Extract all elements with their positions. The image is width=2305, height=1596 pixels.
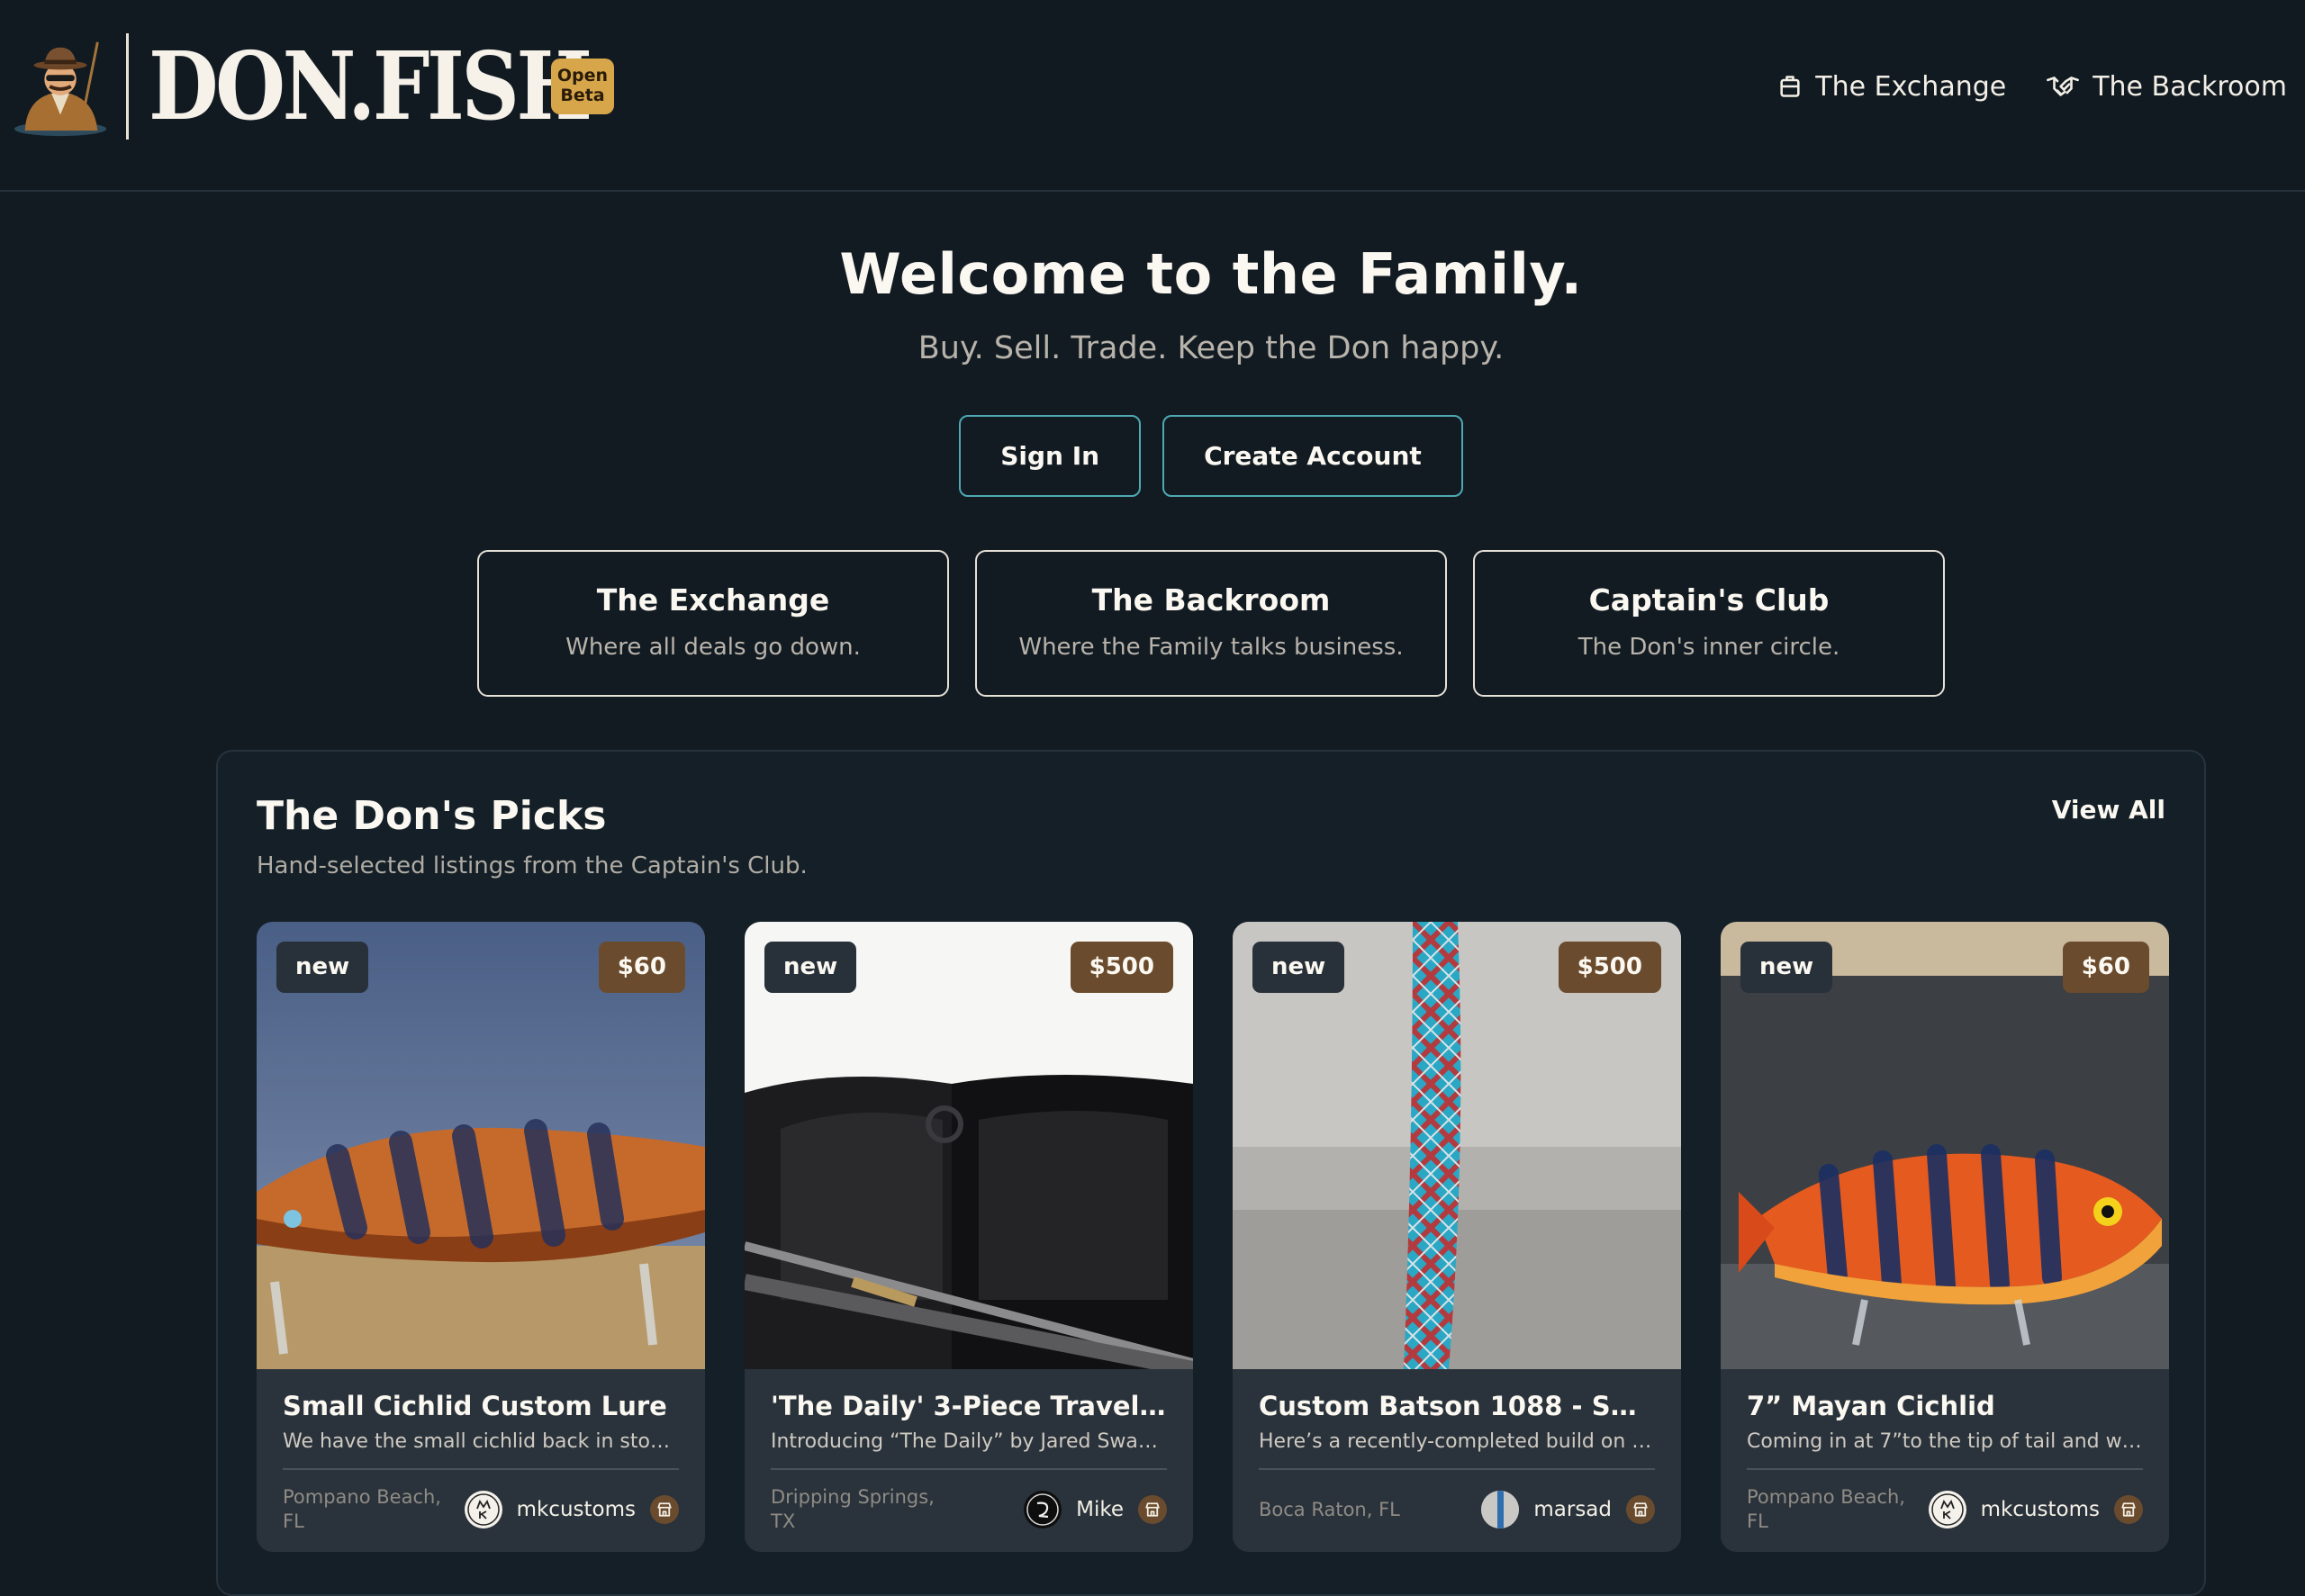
beta-badge-line2: Beta: [560, 86, 605, 105]
picks-subtitle: Hand-selected listings from the Captain'…: [257, 852, 808, 879]
don-mascot-icon: [9, 33, 115, 140]
hero-title: Welcome to the Family.: [839, 241, 1583, 307]
top-navigation: The Exchange The Backroom: [1756, 63, 2305, 110]
listing-description: We have the small cichlid back in stoc..…: [283, 1430, 679, 1453]
store-icon: [1633, 1502, 1648, 1517]
seller-avatar[interactable]: [1024, 1491, 1062, 1528]
mk-monogram-icon: [1930, 1493, 1964, 1526]
listing-description: Here’s a recently-completed build on a..…: [1259, 1430, 1655, 1453]
condition-badge: new: [1252, 942, 1345, 993]
condition-badge: new: [276, 942, 369, 993]
listing-meta: Dripping Springs, TX Mike: [771, 1483, 1167, 1537]
swirl-logo-icon: [1026, 1493, 1059, 1526]
view-all-link[interactable]: View All: [2052, 795, 2165, 825]
price-badge: $60: [598, 942, 685, 993]
seller-store-button[interactable]: [1626, 1495, 1655, 1524]
listing-description: Coming in at 7”to the tip of tail and we…: [1747, 1430, 2143, 1453]
nav-exchange-label: The Exchange: [1815, 70, 2007, 103]
seller-info: mkcustoms: [464, 1491, 679, 1528]
store-icon: [2121, 1502, 2136, 1517]
picks-title: The Don's Picks: [257, 793, 607, 839]
beta-badge-line1: Open: [556, 66, 609, 86]
price-badge: $500: [1558, 942, 1661, 993]
condition-badge: new: [764, 942, 857, 993]
section-card-desc: Where the Family talks business.: [1018, 634, 1404, 661]
price-badge: $500: [1070, 942, 1173, 993]
section-card-title: The Backroom: [1091, 582, 1331, 618]
card-divider: [1259, 1468, 1655, 1470]
card-divider: [771, 1468, 1167, 1470]
section-card-desc: Where all deals go down.: [565, 634, 861, 661]
listing-card[interactable]: new $500 Custom Batson 1088 - Snoo... He…: [1233, 922, 1681, 1552]
listing-location: Dripping Springs, TX: [771, 1486, 935, 1532]
listing-card-body: 7” Mayan Cichlid Coming in at 7”to the t…: [1721, 1369, 2169, 1552]
listing-title: 'The Daily' 3-Piece Travel Sw...: [771, 1391, 1167, 1421]
hero-subtitle: Buy. Sell. Trade. Keep the Don happy.: [917, 330, 1505, 366]
section-card-captains-club[interactable]: Captain's Club The Don's inner circle.: [1473, 550, 1945, 697]
card-divider: [283, 1468, 679, 1470]
listing-title: Small Cichlid Custom Lure: [283, 1391, 667, 1421]
listing-location: Pompano Beach, FL: [283, 1486, 441, 1532]
store-icon: [657, 1502, 672, 1517]
listing-card[interactable]: new $60 7” Mayan Cichlid Coming in at 7”…: [1721, 922, 2169, 1552]
listing-card-body: Custom Batson 1088 - Snoo... Here’s a re…: [1233, 1369, 1681, 1552]
nav-backroom-link[interactable]: The Backroom: [2046, 71, 2287, 103]
seller-avatar[interactable]: [1928, 1491, 1966, 1528]
listing-card[interactable]: new $60 Small Cichlid Custom Lure We hav…: [257, 922, 705, 1552]
auth-buttons: Sign In Create Account: [0, 415, 2305, 497]
listing-card-body: Small Cichlid Custom Lure We have the sm…: [257, 1369, 705, 1552]
seller-avatar[interactable]: [464, 1491, 502, 1528]
seller-name[interactable]: marsad: [1533, 1498, 1612, 1521]
handshake-icon: [2047, 77, 2080, 96]
seller-info: marsad: [1481, 1491, 1655, 1528]
listing-location: Boca Raton, FL: [1259, 1498, 1400, 1520]
listing-title: 7” Mayan Cichlid: [1747, 1391, 1995, 1421]
seller-avatar[interactable]: [1481, 1491, 1520, 1528]
storefront-icon: [1780, 76, 1800, 97]
price-badge: $60: [2062, 942, 2149, 993]
create-account-button[interactable]: Create Account: [1162, 415, 1463, 497]
listing-card-body: 'The Daily' 3-Piece Travel Sw... Introdu…: [745, 1369, 1193, 1552]
seller-name[interactable]: mkcustoms: [517, 1498, 636, 1521]
listing-cards: new $60 Small Cichlid Custom Lure We hav…: [257, 922, 2169, 1552]
condition-badge: new: [1740, 942, 1833, 993]
sign-in-button[interactable]: Sign In: [959, 415, 1142, 497]
listing-meta: Pompano Beach, FL mkcustoms: [283, 1483, 679, 1537]
seller-info: Mike: [1024, 1491, 1167, 1528]
section-card-backroom[interactable]: The Backroom Where the Family talks busi…: [975, 550, 1447, 697]
seller-store-button[interactable]: [650, 1495, 679, 1524]
section-cards: The Exchange Where all deals go down. Th…: [477, 550, 1945, 697]
listing-location: Pompano Beach, FL: [1747, 1486, 1905, 1532]
dons-picks-panel: The Don's Picks Hand-selected listings f…: [216, 750, 2206, 1596]
rod-photo-icon: [1481, 1491, 1520, 1528]
section-card-desc: The Don's inner circle.: [1577, 634, 1840, 661]
seller-name[interactable]: Mike: [1076, 1498, 1124, 1521]
listing-card[interactable]: new $500 'The Daily' 3-Piece Travel Sw..…: [745, 922, 1193, 1552]
seller-name[interactable]: mkcustoms: [1981, 1498, 2100, 1521]
listing-description: Introducing “The Daily” by Jared Swaff..…: [771, 1430, 1167, 1453]
site-header: DON.FISH Open Beta The Exchange The Back…: [0, 0, 2305, 192]
listing-meta: Boca Raton, FL marsad: [1259, 1483, 1655, 1537]
seller-store-button[interactable]: [2114, 1495, 2143, 1524]
nav-exchange-link[interactable]: The Exchange: [1777, 71, 2006, 103]
section-card-title: Captain's Club: [1588, 582, 1830, 618]
section-card-title: The Exchange: [596, 582, 830, 618]
open-beta-badge: Open Beta: [551, 59, 614, 114]
logo-divider: [126, 33, 129, 140]
listing-title: Custom Batson 1088 - Snoo...: [1259, 1391, 1655, 1421]
section-card-exchange[interactable]: The Exchange Where all deals go down.: [477, 550, 949, 697]
brand-wordmark: DON.FISH: [149, 31, 592, 141]
seller-store-button[interactable]: [1138, 1495, 1167, 1524]
nav-backroom-label: The Backroom: [2093, 70, 2287, 103]
listing-meta: Pompano Beach, FL mkcustoms: [1747, 1483, 2143, 1537]
seller-info: mkcustoms: [1928, 1491, 2143, 1528]
mk-monogram-icon: [466, 1493, 500, 1526]
store-icon: [1145, 1502, 1160, 1517]
card-divider: [1747, 1468, 2143, 1470]
